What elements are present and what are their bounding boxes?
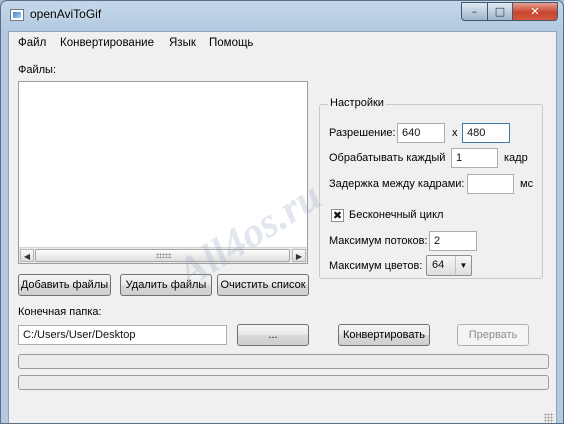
minimize-button[interactable]: – bbox=[461, 2, 488, 21]
process-every-input[interactable]: 1 bbox=[451, 148, 498, 168]
menu-language[interactable]: Язык bbox=[169, 37, 196, 49]
file-list[interactable]: ◀ ▶ bbox=[18, 81, 308, 264]
process-every-label: Обрабатывать каждый bbox=[329, 152, 446, 164]
current-progress-bar bbox=[18, 354, 549, 369]
output-path-input[interactable]: C:/Users/User/Desktop bbox=[18, 325, 227, 345]
times-label: x bbox=[452, 127, 458, 139]
grip-icon bbox=[156, 253, 172, 258]
total-progress-bar bbox=[18, 375, 549, 390]
menu-help[interactable]: Помощь bbox=[209, 37, 253, 49]
height-input[interactable]: 480 bbox=[462, 123, 510, 143]
frame-delay-input[interactable] bbox=[467, 174, 514, 194]
max-threads-label: Максимум потоков: bbox=[329, 235, 428, 247]
app-icon bbox=[10, 9, 24, 21]
menu-convert[interactable]: Конвертирование bbox=[60, 37, 154, 49]
frame-unit-label: кадр bbox=[504, 152, 528, 164]
settings-title: Настройки bbox=[328, 97, 386, 109]
menu-file[interactable]: Файл bbox=[18, 37, 46, 49]
max-colors-label: Максимум цветов: bbox=[329, 260, 423, 272]
menu-bar: Файл Конвертирование Язык Помощь bbox=[9, 32, 556, 54]
window-title: openAviToGif bbox=[30, 7, 102, 21]
max-colors-value: 64 bbox=[432, 259, 445, 271]
scroll-left-icon[interactable]: ◀ bbox=[20, 249, 34, 262]
add-files-button[interactable]: Добавить файлы bbox=[18, 274, 111, 296]
remove-files-button[interactable]: Удалить файлы bbox=[120, 274, 212, 296]
infinite-loop-checkbox[interactable]: ✖ bbox=[331, 209, 344, 222]
client-area: Файл Конвертирование Язык Помощь Файлы: … bbox=[8, 31, 557, 423]
width-input[interactable]: 640 bbox=[397, 123, 445, 143]
horizontal-scrollbar[interactable]: ◀ ▶ bbox=[19, 247, 307, 263]
max-threads-input[interactable]: 2 bbox=[429, 231, 477, 251]
browse-button[interactable]: ... bbox=[237, 324, 309, 346]
title-bar[interactable]: openAviToGif – □ ✕ bbox=[1, 1, 563, 31]
scroll-thumb[interactable] bbox=[35, 249, 290, 262]
files-label: Файлы: bbox=[18, 64, 57, 76]
resize-grip-icon[interactable] bbox=[544, 413, 554, 423]
delay-unit-label: мс bbox=[520, 178, 534, 190]
abort-button[interactable]: Прервать bbox=[457, 324, 529, 346]
main-window: openAviToGif – □ ✕ Файл Конвертирование … bbox=[0, 0, 564, 424]
scroll-right-icon[interactable]: ▶ bbox=[292, 249, 306, 262]
clear-list-button[interactable]: Очистить список bbox=[217, 274, 309, 296]
frame-delay-label: Задержка между кадрами: bbox=[329, 178, 465, 190]
max-colors-select[interactable]: 64 ▼ bbox=[426, 255, 472, 276]
settings-group: Настройки Разрешение: 640 x 480 Обрабаты… bbox=[319, 97, 543, 279]
chevron-down-icon: ▼ bbox=[455, 256, 471, 275]
infinite-loop-label: Бесконечный цикл bbox=[349, 209, 444, 221]
close-button[interactable]: ✕ bbox=[512, 2, 558, 21]
maximize-button[interactable]: □ bbox=[487, 2, 513, 21]
output-folder-label: Конечная папка: bbox=[18, 306, 102, 318]
resolution-label: Разрешение: bbox=[329, 127, 396, 139]
convert-button[interactable]: Конвертировать bbox=[338, 324, 430, 346]
